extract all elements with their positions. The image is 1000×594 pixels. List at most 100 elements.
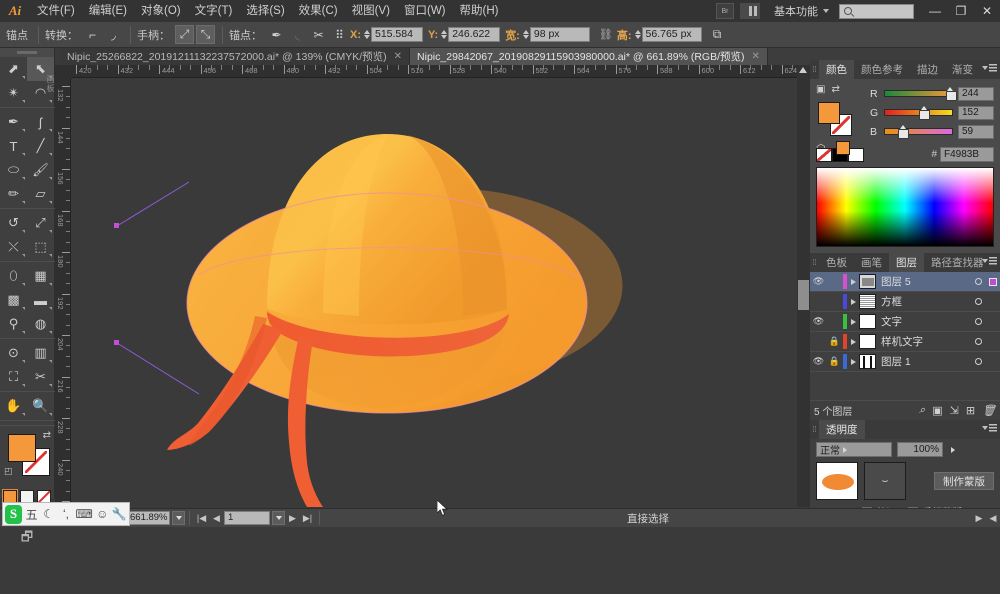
panel-menu-icon[interactable] xyxy=(982,257,997,265)
selection-indicator[interactable] xyxy=(985,277,1000,286)
restore-button[interactable]: ❐ xyxy=(948,0,974,22)
scroll-up-icon[interactable] xyxy=(799,67,807,73)
menu-type[interactable]: 文字(T) xyxy=(188,0,240,22)
panel-menu-icon[interactable] xyxy=(982,424,997,432)
rotate-tool[interactable]: ↺ xyxy=(0,211,27,235)
menu-effect[interactable]: 效果(C) xyxy=(292,0,345,22)
connect-anchor-icon[interactable]: ◟ xyxy=(288,25,307,44)
make-mask-button[interactable]: 制作蒙版 xyxy=(934,472,994,490)
chain-link-icon[interactable]: ⛓ xyxy=(599,28,613,42)
selection-tool[interactable]: ⬈ xyxy=(0,57,27,81)
first-artboard-button[interactable]: |◀ xyxy=(194,510,209,526)
expand-triangle-icon[interactable] xyxy=(848,358,859,365)
free-transform-tool[interactable]: ⬚ xyxy=(27,235,54,259)
panel-grip-icon[interactable]: ⁞⁞ xyxy=(810,253,819,272)
layer-name[interactable]: 图层 1 xyxy=(881,354,972,369)
close-icon[interactable]: ✕ xyxy=(752,51,760,62)
shape-builder-tool[interactable]: ⬯ xyxy=(0,264,27,288)
width-tool[interactable]: ⤬ xyxy=(0,235,27,259)
eye-icon[interactable]: 👁 xyxy=(810,316,827,327)
type-tool[interactable]: T xyxy=(0,134,27,158)
zoom-level-input[interactable]: 661.89% xyxy=(126,511,170,525)
eye-icon[interactable]: 👁 xyxy=(810,356,827,367)
horizontal-ruler[interactable]: 420 432 444 456 468 480 492 504 516 528 540 552 564 5… xyxy=(71,65,810,78)
hand-tool[interactable]: ✋ xyxy=(0,394,27,418)
expand-triangle-icon[interactable] xyxy=(848,338,859,345)
target-circle-icon[interactable] xyxy=(972,278,985,285)
expand-triangle-icon[interactable] xyxy=(848,298,859,305)
none-swatch[interactable] xyxy=(816,147,832,162)
magic-wand-tool[interactable]: ✴ xyxy=(0,81,27,105)
column-graph-tool[interactable]: ▥ xyxy=(27,341,54,365)
tab-color[interactable]: 颜色 xyxy=(819,60,854,79)
lock-icon[interactable]: 🔒 xyxy=(827,356,842,367)
reference-point-icon[interactable]: ⠿ xyxy=(330,25,349,44)
tab-layers[interactable]: 图层 xyxy=(889,253,924,272)
r-slider[interactable] xyxy=(884,87,957,101)
ime-toolbar[interactable]: S 五 ☾ ʻ, ⌨ ☺ 🔧 xyxy=(2,502,130,526)
layer-row[interactable]: 👁 🔒 图层 1 xyxy=(810,352,1000,372)
g-value[interactable]: 152 xyxy=(958,105,994,120)
g-slider[interactable] xyxy=(884,106,953,120)
x-input[interactable]: 515.584 xyxy=(371,27,423,42)
layer-name[interactable]: 图层 5 xyxy=(881,274,972,289)
layer-row[interactable]: 👁 文字 xyxy=(810,312,1000,332)
ruler-corner[interactable] xyxy=(55,65,71,78)
create-new-layer-icon[interactable]: ⊞ xyxy=(966,404,975,417)
close-icon[interactable]: ✕ xyxy=(394,51,402,62)
perspective-grid-tool[interactable]: ▦ xyxy=(27,264,54,288)
opacity-chevron-icon[interactable] xyxy=(951,446,955,453)
target-circle-icon[interactable] xyxy=(972,358,985,365)
workspace-switcher[interactable]: 基本功能 xyxy=(770,3,833,19)
layer-name[interactable]: 方框 xyxy=(881,294,972,309)
fill-indicator-icon[interactable]: ▣ xyxy=(816,84,825,95)
canvas-vertical-scrollbar[interactable] xyxy=(797,65,810,507)
b-value[interactable]: 59 xyxy=(958,124,994,139)
menu-help[interactable]: 帮助(H) xyxy=(453,0,506,22)
artboard-tool[interactable]: ⛶ xyxy=(0,365,27,389)
convert-to-smooth-icon[interactable]: ◞ xyxy=(104,25,123,44)
menu-edit[interactable]: 编辑(E) xyxy=(82,0,134,22)
tab-swatches[interactable]: 色板 xyxy=(819,253,854,272)
vertical-ruler[interactable]: 132144156168180192204216228240252 xyxy=(55,78,71,507)
target-circle-icon[interactable] xyxy=(972,298,985,305)
swap-fill-stroke-icon[interactable]: ⇄ xyxy=(43,430,51,441)
fill-swatch[interactable] xyxy=(8,434,36,462)
b-slider[interactable] xyxy=(884,125,953,139)
scale-tool[interactable]: ⤢ xyxy=(27,211,54,235)
document-tab-1[interactable]: Nipic_25266822_20191211132237572000.ai* … xyxy=(60,48,411,65)
lock-icon[interactable]: 🔒 xyxy=(827,336,842,347)
gradient-tool[interactable]: ▬ xyxy=(27,288,54,312)
screen-mode-icon[interactable]: 🗗 xyxy=(0,528,54,550)
eye-icon[interactable]: 👁 xyxy=(810,276,827,287)
hex-input[interactable]: F4983B xyxy=(940,147,994,162)
x-stepper[interactable] xyxy=(364,30,370,39)
tab-brushes[interactable]: 画笔 xyxy=(854,253,889,272)
white-swatch[interactable] xyxy=(848,147,864,162)
cut-path-icon[interactable]: ✂ xyxy=(309,25,328,44)
object-thumbnail[interactable] xyxy=(816,462,858,500)
locate-object-icon[interactable]: ⌕ xyxy=(919,404,925,417)
width-stepper[interactable] xyxy=(522,30,529,39)
layer-name[interactable]: 文字 xyxy=(881,314,972,329)
eyedropper-tool[interactable]: ⚲ xyxy=(0,312,27,336)
slice-tool[interactable]: ✂ xyxy=(27,365,54,389)
tab-pathfinder[interactable]: 路径查找器 xyxy=(924,253,991,272)
arrange-documents-icon[interactable] xyxy=(740,3,760,19)
layer-name[interactable]: 样机文字 xyxy=(881,334,972,349)
bridge-icon[interactable]: Br xyxy=(716,3,734,19)
hat-artwork[interactable] xyxy=(71,78,810,507)
layer-row[interactable]: 方框 xyxy=(810,292,1000,312)
artboard[interactable] xyxy=(71,78,810,507)
y-stepper[interactable] xyxy=(441,30,448,39)
eraser-tool[interactable]: ▱ xyxy=(27,182,54,206)
menu-object[interactable]: 对象(O) xyxy=(134,0,188,22)
blend-mode-select[interactable]: 正常 xyxy=(816,442,892,457)
expand-triangle-icon[interactable] xyxy=(848,318,859,325)
ime-mode-icon[interactable]: 五 xyxy=(24,505,39,524)
width-input[interactable]: 98 px xyxy=(529,27,590,42)
delete-layer-icon[interactable]: 🗑 xyxy=(982,404,996,417)
ime-settings-icon[interactable]: 🔧 xyxy=(112,505,127,524)
tab-gradient[interactable]: 渐变 xyxy=(945,60,980,79)
minimize-button[interactable]: — xyxy=(922,0,948,22)
